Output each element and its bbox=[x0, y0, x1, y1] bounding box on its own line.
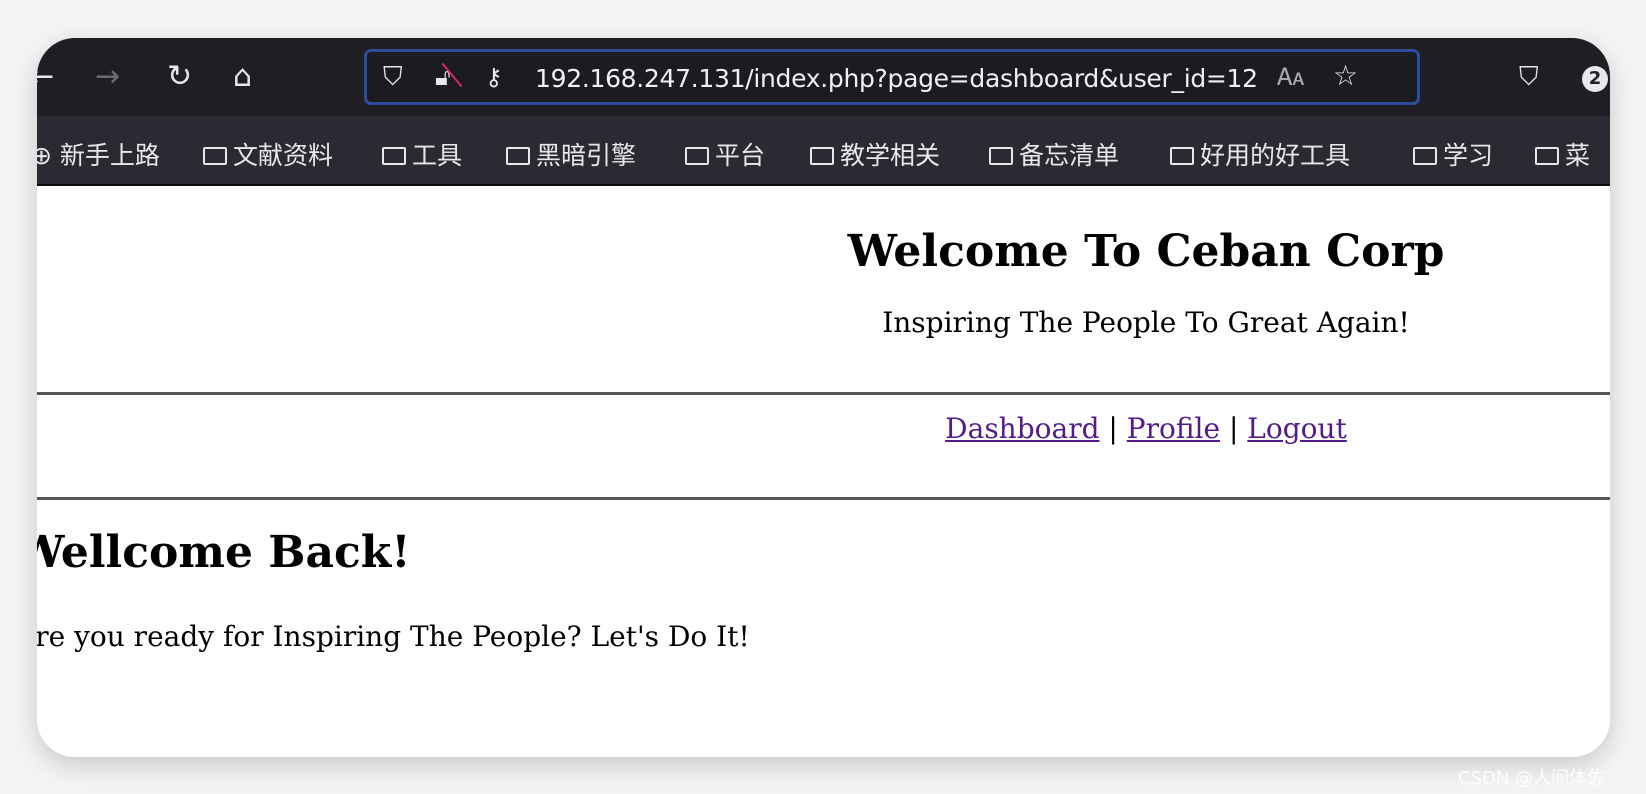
url-text[interactable]: 192.168.247.131/index.php?page=dashboard… bbox=[535, 64, 1258, 93]
bookmark-label: 备忘清单 bbox=[1019, 141, 1120, 170]
bookmarks-bar: ⊕ 新手上路 文献资料 工具 黑暗引擎 平台 教学相关 备忘清单 好用的好工具 … bbox=[37, 116, 1610, 186]
folder-icon bbox=[685, 147, 709, 165]
star-icon[interactable]: ☆ bbox=[1333, 61, 1358, 91]
bookmark-label: 文献资料 bbox=[233, 141, 334, 170]
welcome-message: Are you ready for Inspiring The People? … bbox=[37, 620, 750, 653]
page-title: Welcome To Ceban Corp bbox=[847, 226, 1445, 277]
globe-icon: ⊕ bbox=[37, 141, 52, 170]
divider bbox=[37, 497, 1610, 500]
folder-icon bbox=[989, 147, 1013, 165]
nav-dashboard-link[interactable]: Dashboard bbox=[945, 412, 1099, 445]
bookmark-folder[interactable]: 黑暗引擎 bbox=[506, 136, 636, 172]
folder-icon bbox=[203, 147, 227, 165]
bookmark-label: 工具 bbox=[412, 141, 463, 170]
bookmark-folder[interactable]: 教学相关 bbox=[810, 136, 940, 172]
bookmark-folder[interactable]: 文献资料 bbox=[203, 136, 333, 172]
page-viewport: Welcome To Ceban Corp Inspiring The Peop… bbox=[37, 186, 1610, 757]
pocket-icon[interactable]: ⛉ bbox=[1519, 62, 1539, 92]
browser-window: ← → ↻ ⌂ ⛉ 🔓︎ ⚷ 192.168.247.131/index.php… bbox=[37, 38, 1610, 757]
divider bbox=[37, 392, 1610, 395]
bookmark-folder[interactable]: 菜 bbox=[1535, 136, 1590, 172]
nav-profile-link[interactable]: Profile bbox=[1127, 412, 1220, 445]
browser-toolbar: ← → ↻ ⌂ ⛉ 🔓︎ ⚷ 192.168.247.131/index.php… bbox=[37, 38, 1610, 116]
bookmark-label: 新手上路 bbox=[59, 141, 160, 170]
bookmark-label: 教学相关 bbox=[840, 141, 941, 170]
main-nav: Dashboard | Profile | Logout bbox=[37, 412, 1610, 445]
reload-icon[interactable]: ↻ bbox=[167, 62, 192, 92]
folder-icon bbox=[1170, 147, 1194, 165]
bookmark-label: 好用的好工具 bbox=[1200, 141, 1351, 170]
nav-separator: | bbox=[1228, 412, 1239, 445]
shield-icon[interactable]: ⛉ bbox=[383, 62, 403, 92]
folder-icon bbox=[1413, 147, 1437, 165]
bookmark-label: 菜 bbox=[1565, 141, 1591, 170]
bookmark-folder[interactable]: 平台 bbox=[685, 136, 765, 172]
bookmark-folder[interactable]: 好用的好工具 bbox=[1170, 136, 1350, 172]
home-icon[interactable]: ⌂ bbox=[233, 62, 252, 92]
extension-badge[interactable]: 2 bbox=[1582, 66, 1608, 92]
bookmark-label: 学习 bbox=[1443, 141, 1494, 170]
folder-icon bbox=[506, 147, 530, 165]
nav-logout-link[interactable]: Logout bbox=[1247, 412, 1347, 445]
bookmark-label: 平台 bbox=[715, 141, 766, 170]
welcome-heading: Wellcome Back! bbox=[37, 527, 411, 578]
forward-icon[interactable]: → bbox=[95, 62, 120, 92]
page-subtitle: Inspiring The People To Great Again! bbox=[882, 306, 1410, 339]
bookmark-folder[interactable]: 学习 bbox=[1413, 136, 1493, 172]
address-bar[interactable]: ⛉ 🔓︎ ⚷ 192.168.247.131/index.php?page=da… bbox=[364, 49, 1420, 105]
bookmark-item[interactable]: ⊕ 新手上路 bbox=[37, 136, 160, 172]
watermark: CSDN @人间体佐 bbox=[1458, 768, 1606, 789]
bookmark-folder[interactable]: 备忘清单 bbox=[989, 136, 1119, 172]
folder-icon bbox=[382, 147, 406, 165]
back-icon[interactable]: ← bbox=[37, 62, 54, 92]
bookmark-folder[interactable]: 工具 bbox=[382, 136, 462, 172]
nav-separator: | bbox=[1108, 412, 1118, 445]
folder-icon bbox=[1535, 147, 1559, 165]
insecure-lock-icon[interactable]: 🔓︎ bbox=[435, 62, 463, 92]
key-icon[interactable]: ⚷ bbox=[485, 62, 503, 92]
folder-icon bbox=[810, 147, 834, 165]
translate-icon[interactable]: 🗛 bbox=[1277, 62, 1304, 92]
bookmark-label: 黑暗引擎 bbox=[536, 141, 637, 170]
